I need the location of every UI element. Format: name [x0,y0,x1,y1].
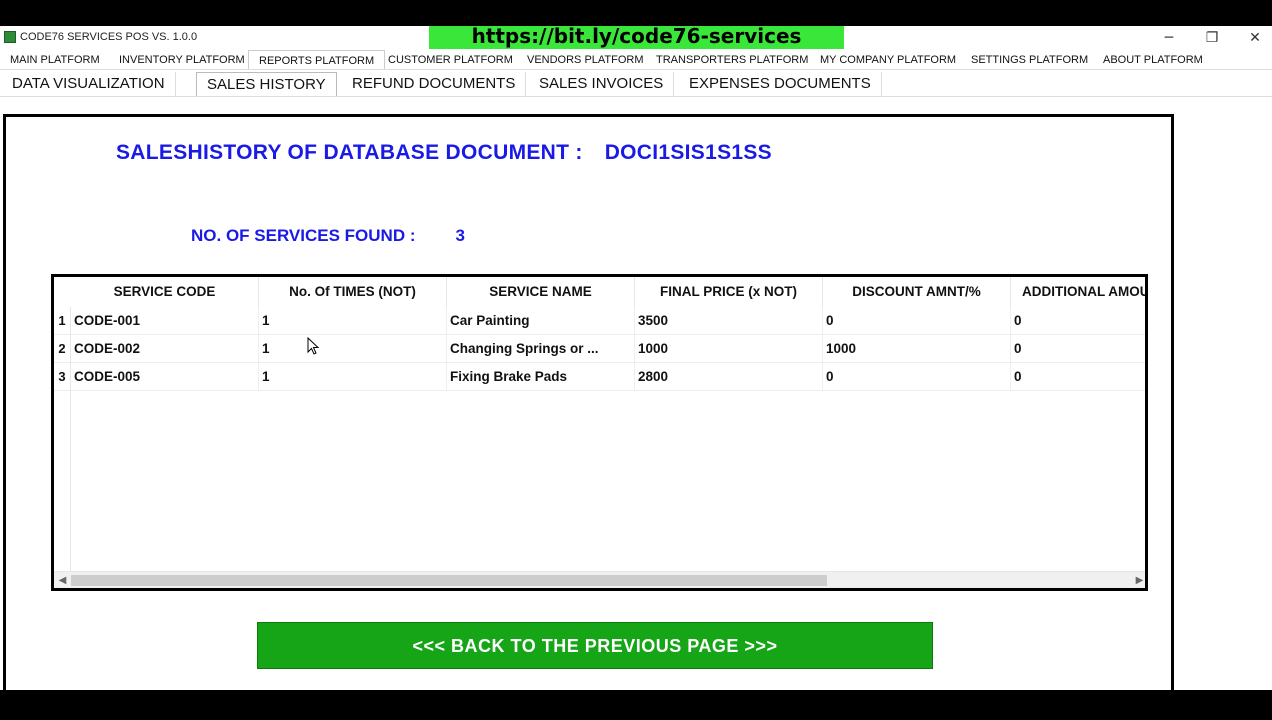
cell-additional-amount[interactable]: 0 [1011,335,1145,363]
cell-discount[interactable]: 1000 [823,335,1011,363]
close-icon[interactable]: ✕ [1240,28,1270,48]
column-header-discount[interactable]: DISCOUNT AMNT/% [823,277,1011,307]
cell-times[interactable]: 1 [259,363,447,391]
cell-additional-amount[interactable]: 0 [1011,307,1145,335]
report-tabs: DATA VISUALIZATION SALES HISTORY REFUND … [0,70,1272,96]
tab-refund-documents[interactable]: REFUND DOCUMENTS [342,72,527,96]
cell-final-price[interactable]: 2800 [635,363,823,391]
tab-sales-history[interactable]: SALES HISTORY [196,72,337,96]
tab-divider [0,96,1272,97]
cell-times[interactable]: 1 [259,307,447,335]
app-window: CODE76 SERVICES POS VS. 1.0.0 https://bi… [0,26,1272,690]
cell-service-code[interactable]: CODE-001 [71,307,259,335]
column-header-service-name[interactable]: SERVICE NAME [447,277,635,307]
scroll-right-icon[interactable]: ▶ [1131,572,1145,588]
menu-main-platform[interactable]: MAIN PLATFORM [0,50,110,70]
report-title: SALESHISTORY OF DATABASE DOCUMENT : DOCI1… [116,141,772,165]
table-row[interactable]: 3 CODE-005 1 Fixing Brake Pads 2800 0 0 [54,363,1145,391]
document-id: DOCI1SIS1S1SS [604,141,772,164]
column-header-times[interactable]: No. Of TIMES (NOT) [259,277,447,307]
cell-service-code[interactable]: CODE-005 [71,363,259,391]
app-icon [4,31,16,43]
cell-service-code[interactable]: CODE-002 [71,335,259,363]
url-banner: https://bit.ly/code76-services [429,26,844,49]
cell-final-price[interactable]: 3500 [635,307,823,335]
menu-inventory-platform[interactable]: INVENTORY PLATFORM [109,50,255,70]
column-header-final-price[interactable]: FINAL PRICE (x NOT) [635,277,823,307]
cell-service-name[interactable]: Changing Springs or ... [447,335,635,363]
minimize-icon[interactable]: ─ [1154,28,1184,48]
menu-settings-platform[interactable]: SETTINGS PLATFORM [961,50,1098,70]
menu-vendors-platform[interactable]: VENDORS PLATFORM [517,50,654,70]
cell-additional-amount[interactable]: 0 [1011,363,1145,391]
services-found: NO. OF SERVICES FOUND : 3 [191,226,465,246]
platform-menu: MAIN PLATFORM INVENTORY PLATFORM REPORTS… [0,50,1272,70]
table-row[interactable]: 2 CODE-002 1 Changing Springs or ... 100… [54,335,1145,363]
column-header-additional-amount[interactable]: ADDITIONAL AMOUNT [1011,277,1145,307]
sales-history-panel: SALESHISTORY OF DATABASE DOCUMENT : DOCI1… [3,114,1174,690]
table-header: SERVICE CODE No. Of TIMES (NOT) SERVICE … [54,277,1145,307]
sales-history-table[interactable]: SERVICE CODE No. Of TIMES (NOT) SERVICE … [51,274,1148,591]
cell-final-price[interactable]: 1000 [635,335,823,363]
window-title: CODE76 SERVICES POS VS. 1.0.0 [20,31,198,43]
cell-times[interactable]: 1 [259,335,447,363]
back-to-previous-page-button[interactable]: <<< BACK TO THE PREVIOUS PAGE >>> [257,622,933,669]
row-number: 3 [54,363,71,391]
services-found-count: 3 [455,226,465,245]
cell-service-name[interactable]: Car Painting [447,307,635,335]
menu-my-company-platform[interactable]: MY COMPANY PLATFORM [810,50,966,70]
scrollbar-thumb[interactable] [71,575,827,586]
tab-sales-invoices[interactable]: SALES INVOICES [529,72,675,96]
tab-expenses-documents[interactable]: EXPENSES DOCUMENTS [679,72,882,96]
report-title-label: SALESHISTORY OF DATABASE DOCUMENT : [116,141,583,164]
title-bar: CODE76 SERVICES POS VS. 1.0.0 https://bi… [0,26,1272,50]
cell-service-name[interactable]: Fixing Brake Pads [447,363,635,391]
menu-transporters-platform[interactable]: TRANSPORTERS PLATFORM [646,50,818,70]
mouse-cursor-icon [307,337,319,355]
menu-about-platform[interactable]: ABOUT PLATFORM [1093,50,1213,70]
cell-discount[interactable]: 0 [823,307,1011,335]
cell-discount[interactable]: 0 [823,363,1011,391]
services-found-label: NO. OF SERVICES FOUND : [191,226,416,245]
tab-data-visualization[interactable]: DATA VISUALIZATION [2,72,176,96]
restore-icon[interactable]: ❐ [1197,28,1227,48]
menu-reports-platform[interactable]: REPORTS PLATFORM [248,50,386,70]
horizontal-scrollbar[interactable]: ◀ ▶ [54,571,1145,588]
scroll-left-icon[interactable]: ◀ [54,572,71,588]
menu-customer-platform[interactable]: CUSTOMER PLATFORM [378,50,523,70]
column-header-service-code[interactable]: SERVICE CODE [71,277,259,307]
row-number: 2 [54,335,71,363]
table-row[interactable]: 1 CODE-001 1 Car Painting 3500 0 0 [54,307,1145,335]
row-number: 1 [54,307,71,335]
